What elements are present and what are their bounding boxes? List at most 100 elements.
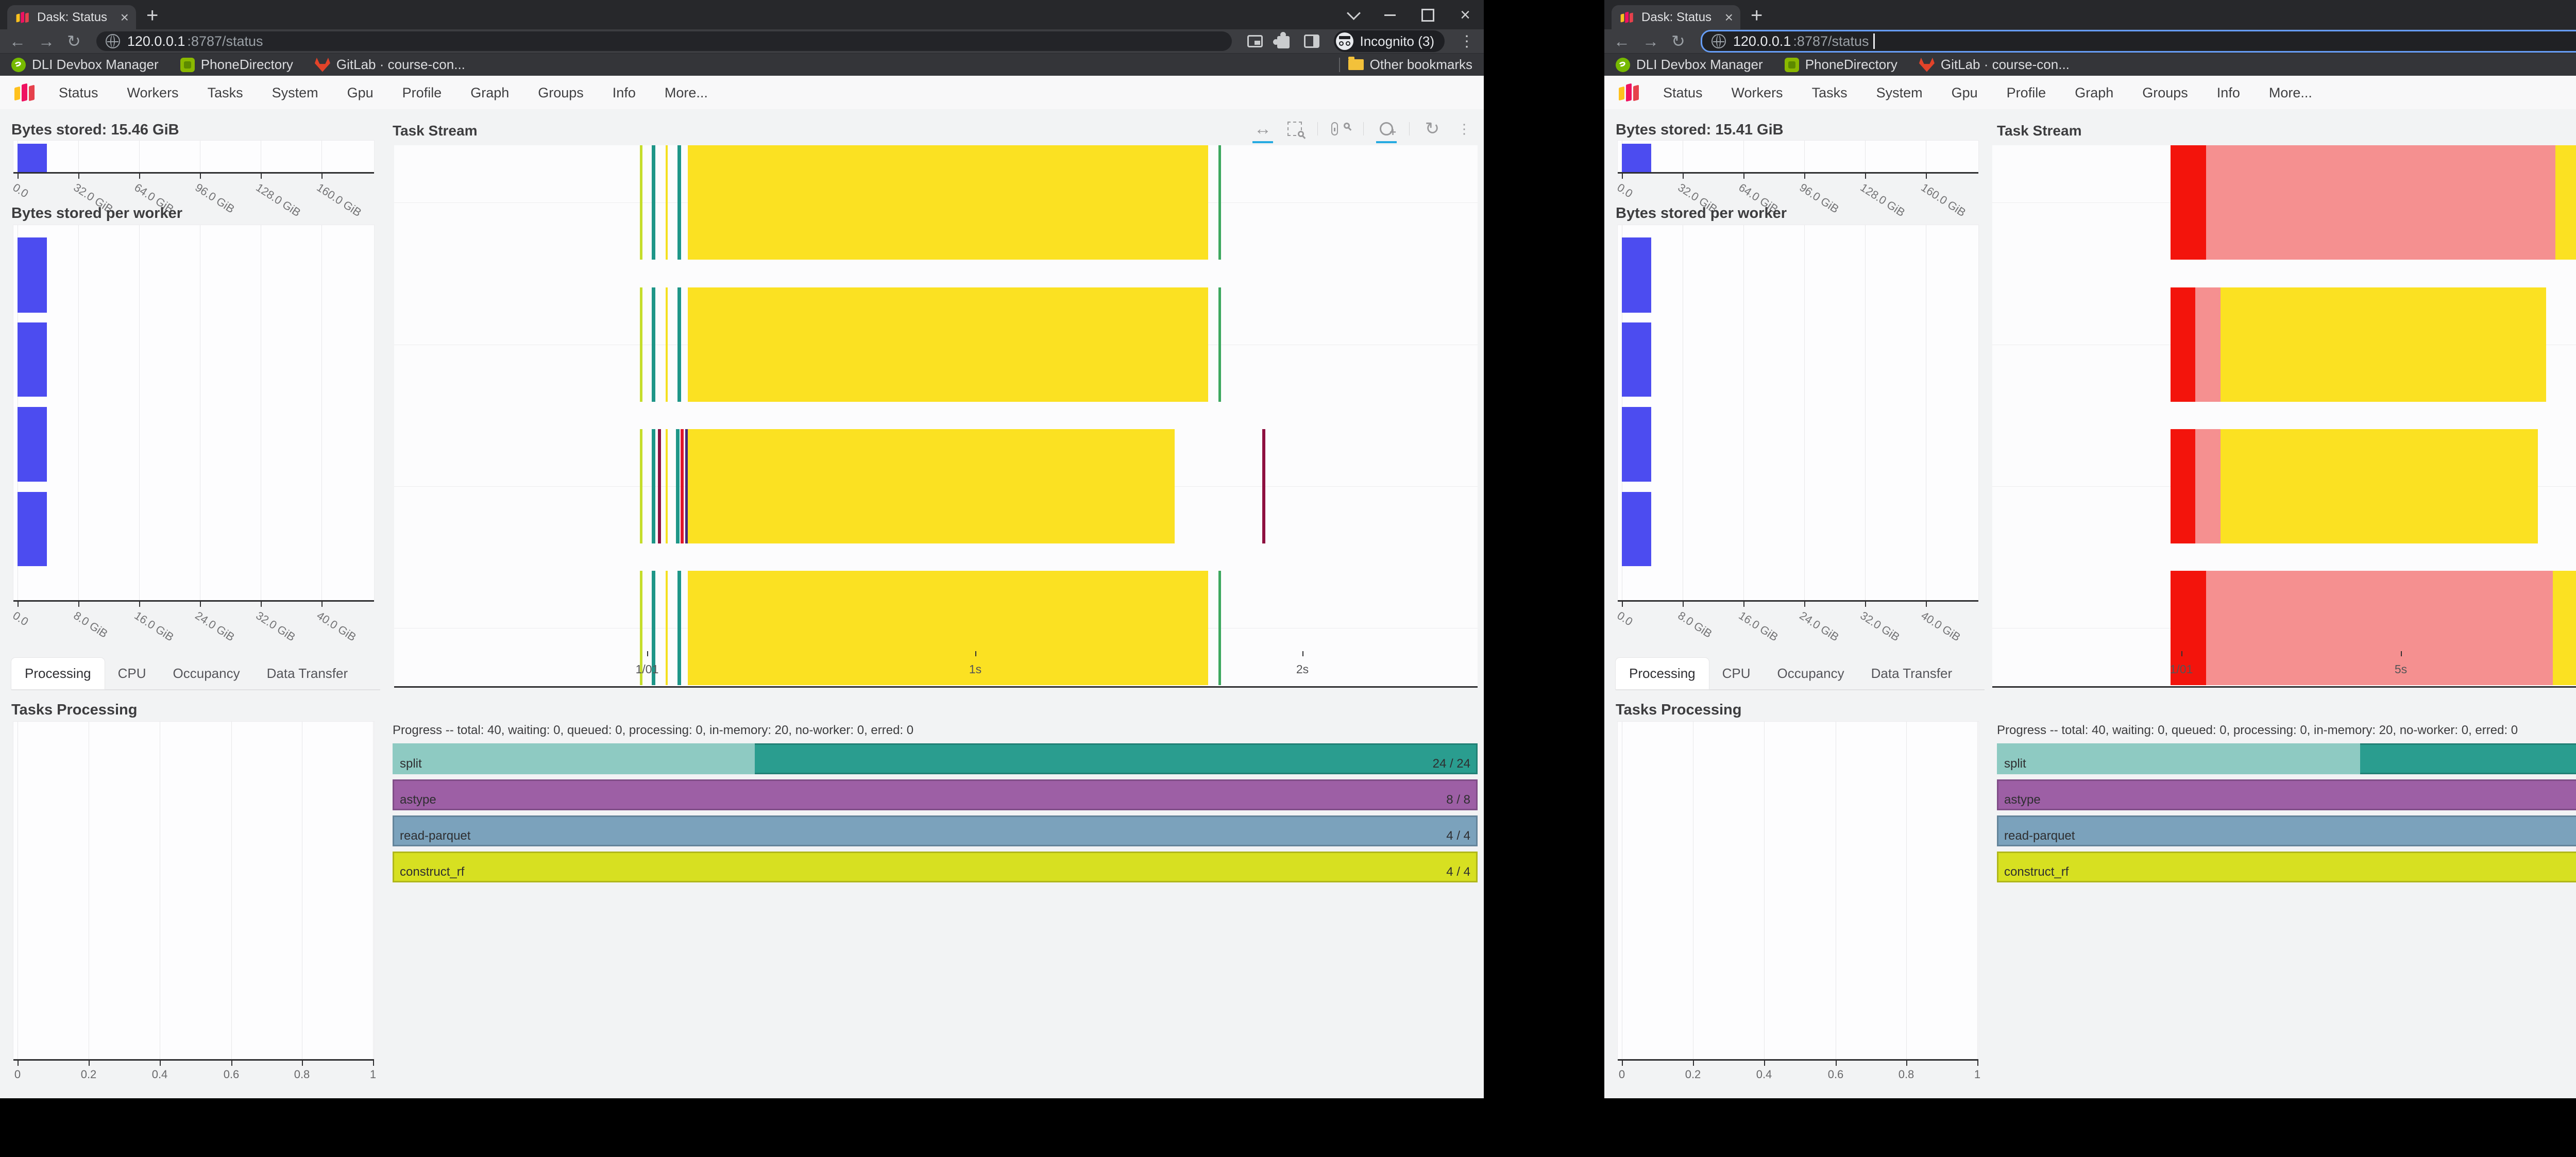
nav-workers[interactable]: Workers <box>113 85 193 101</box>
progress-bar-construct-rf[interactable]: construct_rf 4 / 4 <box>1997 852 2576 882</box>
reload-button[interactable]: ↻ <box>1671 33 1685 49</box>
bookmark-phonedirectory[interactable]: PhoneDirectory <box>180 57 293 73</box>
nav-profile[interactable]: Profile <box>388 85 456 101</box>
per-worker-chart[interactable]: 0.0 8.0 GiB 16.0 GiB 24.0 GiB 32.0 GiB 4… <box>1617 225 1979 601</box>
task-segment[interactable] <box>677 571 681 685</box>
tasks-processing-chart[interactable]: 0 0.2 0.4 0.6 0.8 1 <box>1617 721 1979 1060</box>
dask-logo[interactable] <box>13 81 36 104</box>
back-button[interactable]: ← <box>9 33 26 49</box>
tab-close-icon[interactable]: × <box>1725 10 1733 25</box>
zoom-in-icon[interactable] <box>1377 118 1396 139</box>
task-segment[interactable] <box>1218 145 1221 260</box>
task-segment[interactable] <box>688 571 1208 685</box>
task-segment[interactable] <box>652 429 655 543</box>
task-segment[interactable] <box>658 429 661 543</box>
task-segment-func-fit[interactable] <box>2221 429 2538 543</box>
wheel-zoom-icon[interactable] <box>1331 118 1350 139</box>
reload-button[interactable]: ↻ <box>67 33 81 49</box>
task-segment-disk[interactable] <box>2206 145 2555 260</box>
task-segment-disk[interactable] <box>2206 571 2553 685</box>
nav-groups[interactable]: Groups <box>523 85 598 101</box>
per-worker-chart[interactable]: 0.0 8.0 GiB 16.0 GiB 24.0 GiB 32.0 GiB 4… <box>13 225 375 601</box>
nav-more[interactable]: More... <box>650 85 722 101</box>
progress-bar-construct-rf[interactable]: construct_rf 4 / 4 <box>393 852 1478 882</box>
task-segment[interactable] <box>666 571 668 685</box>
task-segment[interactable] <box>640 429 642 543</box>
site-info-icon[interactable] <box>106 34 120 48</box>
bytes-stored-chart[interactable]: 0.0 32.0 GiB 64.0 GiB 96.0 GiB 128.0 GiB… <box>13 140 375 173</box>
picture-in-picture-icon[interactable] <box>1247 35 1263 47</box>
bookmark-phonedirectory[interactable]: PhoneDirectory <box>1785 57 1897 73</box>
forward-button[interactable]: → <box>1642 33 1659 49</box>
browser-menu-icon[interactable]: ⋮ <box>1459 32 1475 50</box>
task-segment[interactable] <box>677 287 681 402</box>
task-segment[interactable] <box>666 145 668 260</box>
task-segment[interactable] <box>1262 429 1265 543</box>
incognito-badge[interactable]: Incognito (3) <box>1334 30 1445 52</box>
task-segment-disk[interactable] <box>2195 429 2221 543</box>
nav-status[interactable]: Status <box>44 85 113 101</box>
extensions-icon[interactable] <box>1277 36 1290 48</box>
maximize-button[interactable] <box>1421 9 1434 22</box>
back-button[interactable]: ← <box>1614 33 1630 49</box>
nav-groups[interactable]: Groups <box>2128 85 2202 101</box>
task-segment[interactable] <box>1218 571 1221 685</box>
tasks-processing-chart[interactable]: 0 0.2 0.4 0.6 0.8 1 <box>13 721 375 1060</box>
tab-occupancy[interactable]: Occupancy <box>1764 658 1858 689</box>
task-segment[interactable] <box>666 287 668 402</box>
task-stream-plot[interactable] <box>1992 145 2576 686</box>
dask-logo[interactable] <box>1618 81 1640 104</box>
pan-tool-icon[interactable]: ↔ <box>1253 118 1272 139</box>
tab-dask-status[interactable]: Dask: Status × <box>1612 5 1740 29</box>
task-segment[interactable] <box>677 145 681 260</box>
url-bar[interactable]: 120.0.0.1 :8787/status <box>96 31 1232 51</box>
close-window-button[interactable]: × <box>1460 6 1470 24</box>
box-zoom-icon[interactable] <box>1285 118 1304 139</box>
task-segment-func-fit[interactable] <box>2221 287 2546 402</box>
task-segment[interactable] <box>688 429 1175 543</box>
task-segment[interactable] <box>666 429 668 543</box>
tab-cpu[interactable]: CPU <box>1709 658 1764 689</box>
forward-button[interactable]: → <box>38 33 55 49</box>
nav-tasks[interactable]: Tasks <box>193 85 258 101</box>
bookmark-gitlab[interactable]: GitLab · course-con... <box>315 57 465 73</box>
tab-data-transfer[interactable]: Data Transfer <box>1858 658 1966 689</box>
task-segment-disk[interactable] <box>2195 287 2221 402</box>
other-bookmarks[interactable]: Other bookmarks <box>1348 57 1472 73</box>
progress-bar-read-parquet[interactable]: read-parquet 4 / 4 <box>393 815 1478 846</box>
tab-close-icon[interactable]: × <box>121 10 129 25</box>
task-segment[interactable] <box>676 429 680 543</box>
tab-occupancy[interactable]: Occupancy <box>160 658 253 689</box>
bokeh-menu-icon[interactable]: ⋮ <box>1455 118 1473 139</box>
tab-dask-status[interactable]: Dask: Status × <box>7 5 136 29</box>
task-segment[interactable] <box>640 287 642 402</box>
task-segment[interactable] <box>652 145 655 260</box>
nav-graph[interactable]: Graph <box>2060 85 2128 101</box>
task-segment-transfer[interactable] <box>2171 287 2195 402</box>
task-segment-transfer[interactable] <box>2171 429 2195 543</box>
nav-gpu[interactable]: Gpu <box>333 85 388 101</box>
nav-workers[interactable]: Workers <box>1717 85 1798 101</box>
task-segment-transfer[interactable] <box>2171 145 2206 260</box>
bookmark-dli-devbox[interactable]: DLI Devbox Manager <box>1616 57 1763 73</box>
site-info-icon[interactable] <box>1711 34 1726 48</box>
bytes-stored-chart[interactable]: 0.0 32.0 GiB 64.0 GiB 96.0 GiB 128.0 GiB… <box>1617 140 1979 173</box>
bookmark-dli-devbox[interactable]: DLI Devbox Manager <box>11 57 159 73</box>
nav-tasks[interactable]: Tasks <box>1798 85 1862 101</box>
task-segment[interactable] <box>688 287 1208 402</box>
reset-tool-icon[interactable]: ↻ <box>1423 118 1442 139</box>
bookmark-gitlab[interactable]: GitLab · course-con... <box>1919 57 2070 73</box>
progress-bar-read-parquet[interactable]: read-parquet 4 / 4 <box>1997 815 2576 846</box>
progress-bar-split[interactable]: split 24 / 24 <box>393 743 1478 774</box>
nav-status[interactable]: Status <box>1649 85 1717 101</box>
url-bar-focused[interactable]: 120.0.0.1 :8787/status <box>1701 30 2576 53</box>
chevron-down-icon[interactable] <box>1347 6 1361 20</box>
tab-processing[interactable]: Processing <box>1616 658 1709 689</box>
minimize-button[interactable] <box>1384 14 1396 16</box>
tab-cpu[interactable]: CPU <box>105 658 160 689</box>
progress-bar-astype[interactable]: astype 8 / 8 <box>393 779 1478 810</box>
nav-graph[interactable]: Graph <box>456 85 523 101</box>
progress-bar-split[interactable]: split 24 / 24 <box>1997 743 2576 774</box>
new-tab-button[interactable]: + <box>146 4 158 27</box>
task-segment-func-fit[interactable] <box>2555 145 2576 260</box>
